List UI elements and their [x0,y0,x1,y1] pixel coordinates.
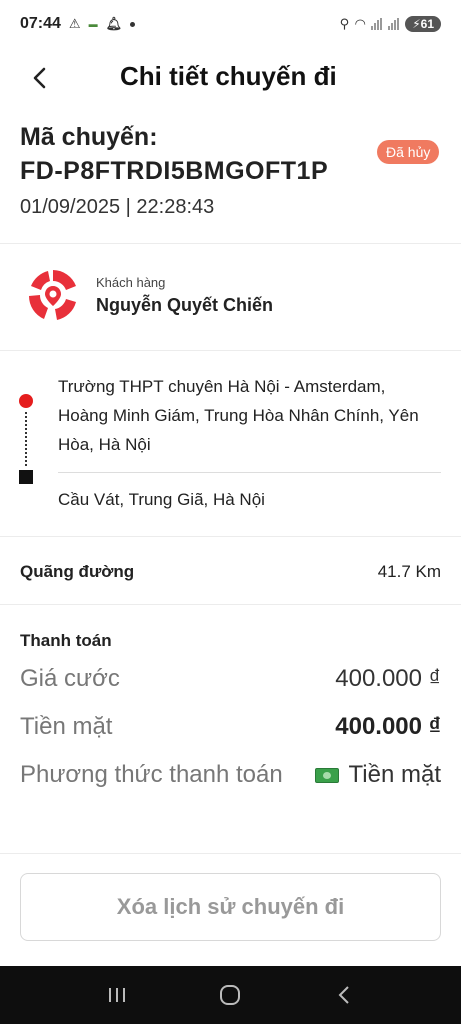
home-icon [220,985,241,1005]
payment-section: Thanh toán Giá cước 400.000 ₫ Tiền mặt 4… [20,631,441,789]
payment-method-label: Phương thức thanh toán [20,761,283,788]
divider [0,243,461,244]
signal-icon [371,18,383,30]
payment-method-value: Tiền mặt [314,761,441,789]
distance-label: Quãng đường [20,562,135,581]
trip-datetime: 01/09/2025 | 22:28:43 [20,196,215,218]
wifi-icon: ◠ [355,16,366,31]
payment-method-text: Tiền mặt [348,761,441,788]
bell-icon: 🔔︎ [105,16,123,31]
customer-section: Khách hàng Nguyễn Quyết Chiến [24,265,444,325]
recent-apps-button[interactable] [97,975,137,1015]
fare-row: Giá cước 400.000 ₫ [20,665,441,693]
back-arrow-icon [338,986,349,1004]
cash-row: Tiền mặt 400.000 ₫ [20,713,441,741]
home-button[interactable] [210,975,250,1015]
pickup-address: Trường THPT chuyên Hà Nội - Amsterdam, H… [58,377,419,454]
battery-indicator: ⚡61 [405,16,441,32]
divider [0,350,461,351]
delete-trip-history-button[interactable]: Xóa lịch sử chuyến đi [20,873,441,941]
payment-title: Thanh toán [20,631,112,650]
status-time: 07:44 [20,15,61,32]
system-back-button[interactable] [324,975,364,1015]
divider [0,536,461,537]
signal-icon-2 [388,18,400,30]
fare-label: Giá cước [20,665,120,692]
cash-label: Tiền mặt [20,713,113,740]
status-badge: Đã hủy [377,140,440,164]
system-navigation-bar [0,966,461,1024]
trip-info: Mã chuyến: FD-P8FTRDI5BMGOFT1P 01/09/202… [20,120,441,219]
divider [0,853,461,854]
fare-value: 400.000 ₫ [335,665,441,692]
trip-code: FD-P8FTRDI5BMGOFT1P [20,157,329,185]
dropoff-marker-icon [19,470,33,484]
battery-level: 61 [420,17,434,31]
cash-icon [314,768,339,784]
pickup-marker-icon [19,394,33,408]
brand-logo-avatar [24,266,82,324]
more-notifications-icon [130,21,136,27]
recent-apps-icon [108,988,125,1002]
customer-name: Nguyễn Quyết Chiến [96,294,274,315]
app-header: Chi tiết chuyến đi [0,48,461,106]
cash-value: 400.000 ₫ [335,713,441,740]
distance-row: Quãng đường 41.7 Km [20,562,441,582]
customer-label: Khách hàng [96,274,166,290]
payment-method-row: Phương thức thanh toán Tiền mặt [20,761,441,789]
warning-icon: ⚠ [68,16,81,31]
page-title: Chi tiết chuyến đi [120,61,337,91]
back-button[interactable] [22,60,58,96]
dropoff-address: Cầu Vát, Trung Giã, Hà Nội [58,490,265,509]
route-divider [58,472,441,473]
location-icon: ⚲ [339,16,350,31]
route-markers [18,394,38,484]
divider [0,604,461,605]
status-bar: 07:44 ⚠ ▬ 🔔︎ ⚲ ◠ ⚡61 [0,0,461,48]
chevron-left-icon [33,67,46,89]
route-line [25,412,27,466]
distance-value: 41.7 Km [377,562,441,581]
app-notification-icon: ▬ [88,19,98,29]
